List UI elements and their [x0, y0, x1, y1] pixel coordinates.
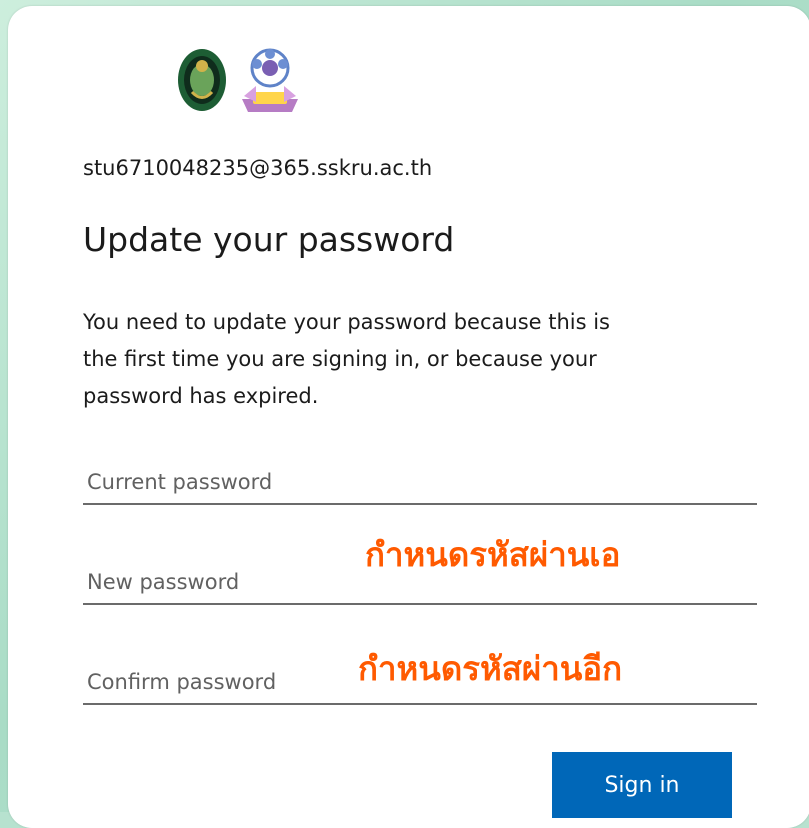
new-password-annotation: กำหนดรหัสผ่านเอ — [365, 535, 621, 574]
logo-row — [174, 44, 304, 116]
description-line-3: password has expired. — [83, 384, 319, 408]
sign-in-button[interactable]: Sign in — [552, 752, 732, 818]
arit-logo-icon — [242, 48, 298, 112]
description-line-2: the first time you are signing in, or be… — [83, 347, 597, 371]
confirm-password-annotation: กำหนดรหัสผ่านอีก — [358, 649, 623, 688]
description: You need to update your password because… — [83, 304, 763, 415]
signin-card: stu6710048235@365.sskru.ac.th Update you… — [8, 6, 809, 828]
account-email: stu6710048235@365.sskru.ac.th — [83, 156, 433, 180]
current-password-field[interactable] — [83, 461, 757, 505]
page-title: Update your password — [83, 220, 455, 259]
description-line-1: You need to update your password because… — [83, 310, 610, 334]
university-seal-icon — [178, 49, 226, 111]
